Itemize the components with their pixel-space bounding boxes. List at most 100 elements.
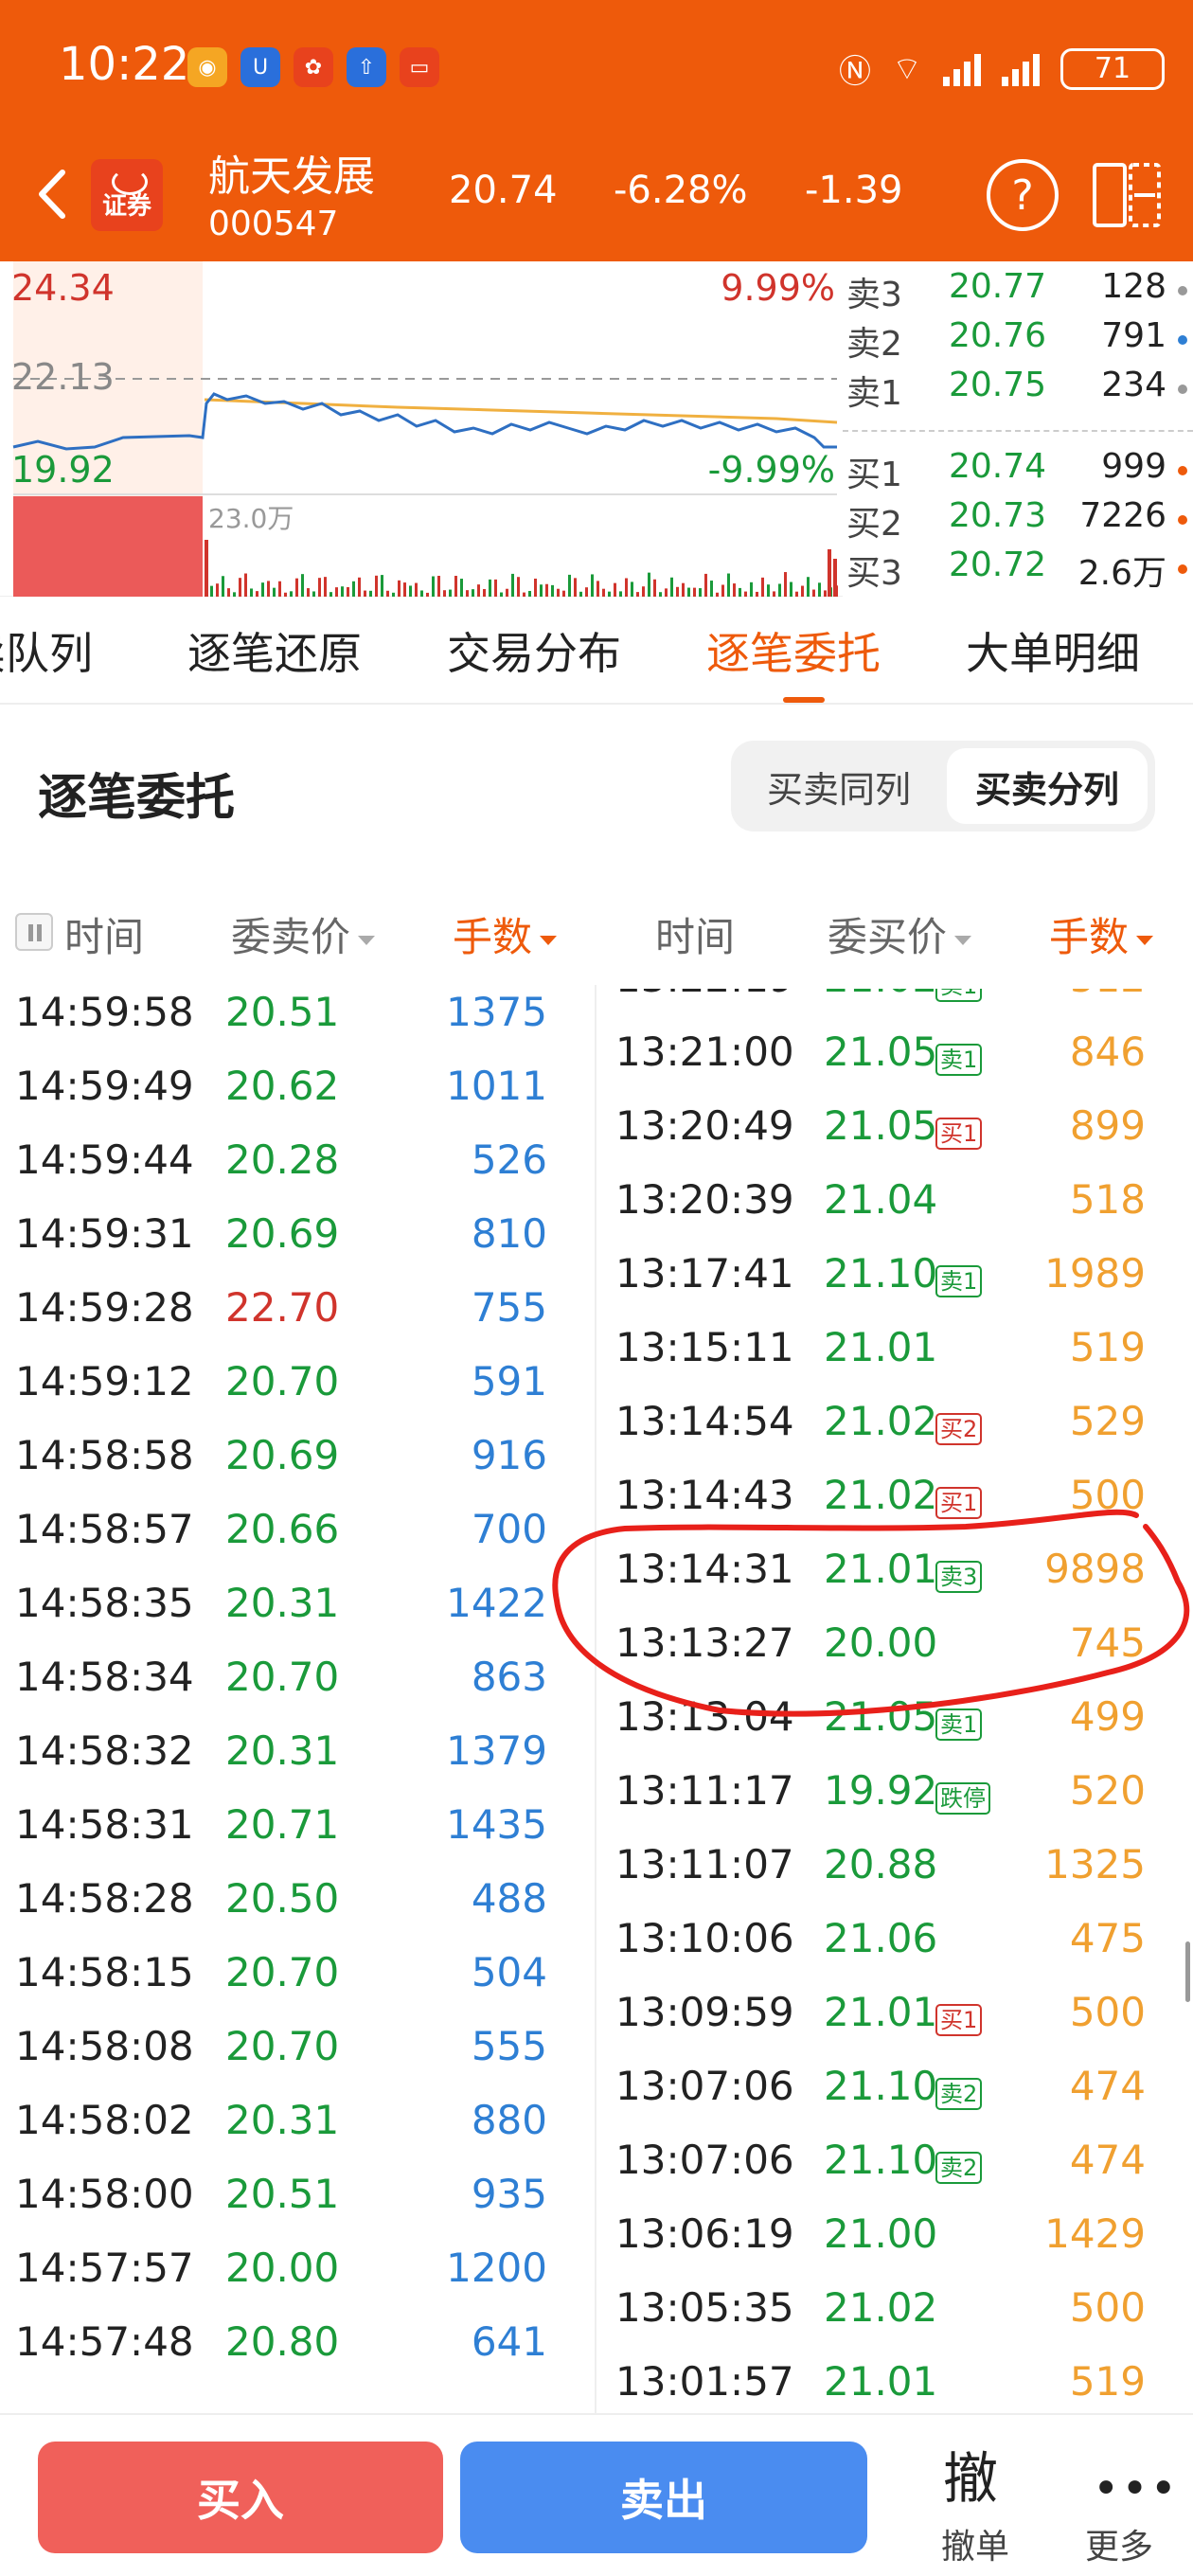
buy-order-row[interactable]: 13:06:19 21.00 1429 [596,2210,1193,2284]
order-qty: 504 [471,1949,547,1995]
sell-order-list[interactable]: 14:59:58 20.51 1375 14:59:49 20.62 1011 14:59:… [0,989,595,2413]
order-qty: 880 [471,2097,547,2143]
sell-order-row[interactable]: 14:59:12 20.70 591 [0,1358,595,1432]
order-time: 13:13:04 [615,1693,794,1740]
order-price: 21.02 [824,2284,938,2331]
sell-order-row[interactable]: 14:59:28 22.70 755 [0,1284,595,1358]
sell-qty-header[interactable]: 手数 [453,905,558,963]
volume-bar [477,584,480,597]
tab-sell-queue[interactable]: 卖队列 [0,619,93,682]
sell-order-row[interactable]: 14:57:57 20.00 1200 [0,2245,595,2318]
buy-order-row[interactable]: 13:07:06 21.10 卖2 474 [596,2063,1193,2137]
sell-order-row[interactable]: 14:58:08 20.70 555 [0,2023,595,2097]
buy-order-row[interactable]: 13:17:41 21.10 卖1 1989 [596,1250,1193,1324]
sell-price-header[interactable]: 委卖价 [231,905,376,963]
tab-tick-orders[interactable]: 逐笔委托 [706,619,881,682]
order-book: 卖3 20.77 128 卖2 20.76 791 卖1 20.75 234 买… [843,261,1193,597]
order-time: 14:59:44 [15,1136,194,1183]
volume-bar [307,588,310,597]
sell-order-row[interactable]: 14:58:58 20.69 916 [0,1432,595,1506]
buy-order-row[interactable]: 13:11:17 19.92 跌停 520 [596,1767,1193,1841]
order-qty: 475 [1069,1915,1146,1961]
volume-bar [619,591,622,597]
buy-button[interactable]: 买入 [38,2442,443,2553]
sell-order-row[interactable]: 14:59:58 20.51 1375 [0,989,595,1063]
sell-order-row[interactable]: 14:58:02 20.31 880 [0,2097,595,2171]
ask-row[interactable]: 卖1 20.75 234 [843,366,1193,413]
sell-order-row[interactable]: 14:58:35 20.31 1422 [0,1580,595,1654]
buy-order-row[interactable]: 13:11:07 20.88 1325 [596,1841,1193,1915]
buy-order-row[interactable]: 13:13:27 20.00 745 [596,1619,1193,1693]
buy-order-row[interactable]: 13:01:57 21.01 519 [596,2358,1193,2413]
order-time: 14:57:57 [15,2245,194,2291]
buy-order-list[interactable]: 13:22:1921.02卖151213:21:0021.05卖184613:2… [596,989,1193,2413]
sell-order-row[interactable]: 14:58:34 20.70 863 [0,1654,595,1727]
cancel-order-button[interactable]: 撤 撤单 [909,2424,1042,2576]
buy-qty-header[interactable]: 手数 [1049,905,1154,963]
ask-volume: 791 [1101,316,1166,355]
bid-row[interactable]: 买1 20.74 999 [843,447,1193,494]
sort-caret-icon [540,935,558,945]
switch-layout-icon[interactable] [1089,157,1165,233]
order-qty: 1435 [446,1801,547,1848]
buy-order-row[interactable]: 13:05:35 21.02 500 [596,2284,1193,2358]
buy-order-row[interactable]: 13:20:39 21.04 518 [596,1176,1193,1250]
buy-order-row[interactable]: 13:14:54 21.02 买2 529 [596,1398,1193,1472]
buy-order-row[interactable]: 13:14:31 21.01 卖3 9898 [596,1546,1193,1619]
ask-row[interactable]: 卖3 20.77 128 [843,267,1193,314]
split-column-button[interactable]: 买卖分列 [947,748,1148,824]
buy-order-row[interactable]: 13:20:49 21.05 买1 899 [596,1102,1193,1176]
buy-order-row[interactable]: 13:15:11 21.01 519 [596,1324,1193,1398]
scrollbar[interactable] [1185,1941,1190,2002]
sell-order-row[interactable]: 14:58:32 20.31 1379 [0,1727,595,1801]
volume-bar [443,590,446,597]
buy-price-header[interactable]: 委买价 [828,905,972,963]
sell-order-row[interactable]: 14:59:49 20.62 1011 [0,1063,595,1136]
same-column-button[interactable]: 买卖同列 [739,748,939,824]
volume-bar [295,578,298,597]
volume-bar [574,578,577,597]
sell-order-row[interactable]: 14:58:00 20.51 935 [0,2171,595,2245]
order-time: 13:11:17 [615,1767,794,1814]
order-price: 20.80 [225,2318,340,2365]
tab-trade-distribution[interactable]: 交易分布 [447,619,621,682]
order-tag: 卖1 [935,1708,983,1741]
volume-bar [551,584,554,597]
more-button[interactable]: ••• 更多 [1051,2424,1184,2576]
buy-order-row[interactable]: 13:10:06 21.06 475 [596,1915,1193,1989]
order-time: 14:59:12 [15,1358,194,1404]
bid-row[interactable]: 买3 20.72 2.6万 [843,546,1193,593]
pause-icon[interactable] [15,913,53,951]
help-icon[interactable]: ? [987,159,1059,231]
sell-order-row[interactable]: 14:58:28 20.50 488 [0,1875,595,1949]
sell-order-row[interactable]: 14:59:31 20.69 810 [0,1210,595,1284]
sell-time-header: 时间 [64,914,145,960]
order-time: 13:14:54 [615,1398,794,1444]
buy-order-row[interactable]: 13:21:00 21.05 卖1 846 [596,1029,1193,1102]
nfc-icon: Ⓝ [839,53,872,91]
ask-row[interactable]: 卖2 20.76 791 [843,316,1193,364]
sell-order-row[interactable]: 14:57:48 20.80 641 [0,2318,595,2392]
sell-order-row[interactable]: 14:58:57 20.66 700 [0,1506,595,1580]
sell-order-row[interactable]: 14:58:15 20.70 504 [0,1949,595,2023]
buy-order-row[interactable]: 13:09:59 21.01 买1 500 [596,1989,1193,2063]
order-time: 13:10:06 [615,1915,794,1961]
bid-row[interactable]: 买2 20.73 7226 [843,496,1193,544]
buy-qty-header-label: 手数 [1049,914,1130,960]
buy-order-row[interactable]: 13:13:04 21.05 卖1 499 [596,1693,1193,1767]
order-qty: 1375 [446,989,547,1035]
buy-order-row[interactable]: 13:14:43 21.02 买1 500 [596,1472,1193,1546]
sell-order-row[interactable]: 14:58:31 20.71 1435 [0,1801,595,1875]
buy-order-row[interactable]: 13:07:06 21.10 卖2 474 [596,2137,1193,2210]
tab-tick-restore[interactable]: 逐笔还原 [187,619,362,682]
sell-button[interactable]: 卖出 [460,2442,867,2553]
intraday-chart[interactable]: 24.34 22.13 19.92 9.99% -9.99% 23.0万 [0,261,843,597]
order-tag: 买1 [935,1118,983,1150]
order-price: 20.66 [225,1506,340,1552]
tab-large-orders[interactable]: 大单明细 [966,619,1140,682]
sell-order-row[interactable]: 14:59:44 20.28 526 [0,1136,595,1210]
back-arrow-icon[interactable] [28,161,76,227]
signal-1-icon [943,52,981,86]
order-price: 20.70 [225,1654,340,1700]
buy-order-row[interactable]: 13:22:19 21.02卖1 512 [596,989,1193,1029]
